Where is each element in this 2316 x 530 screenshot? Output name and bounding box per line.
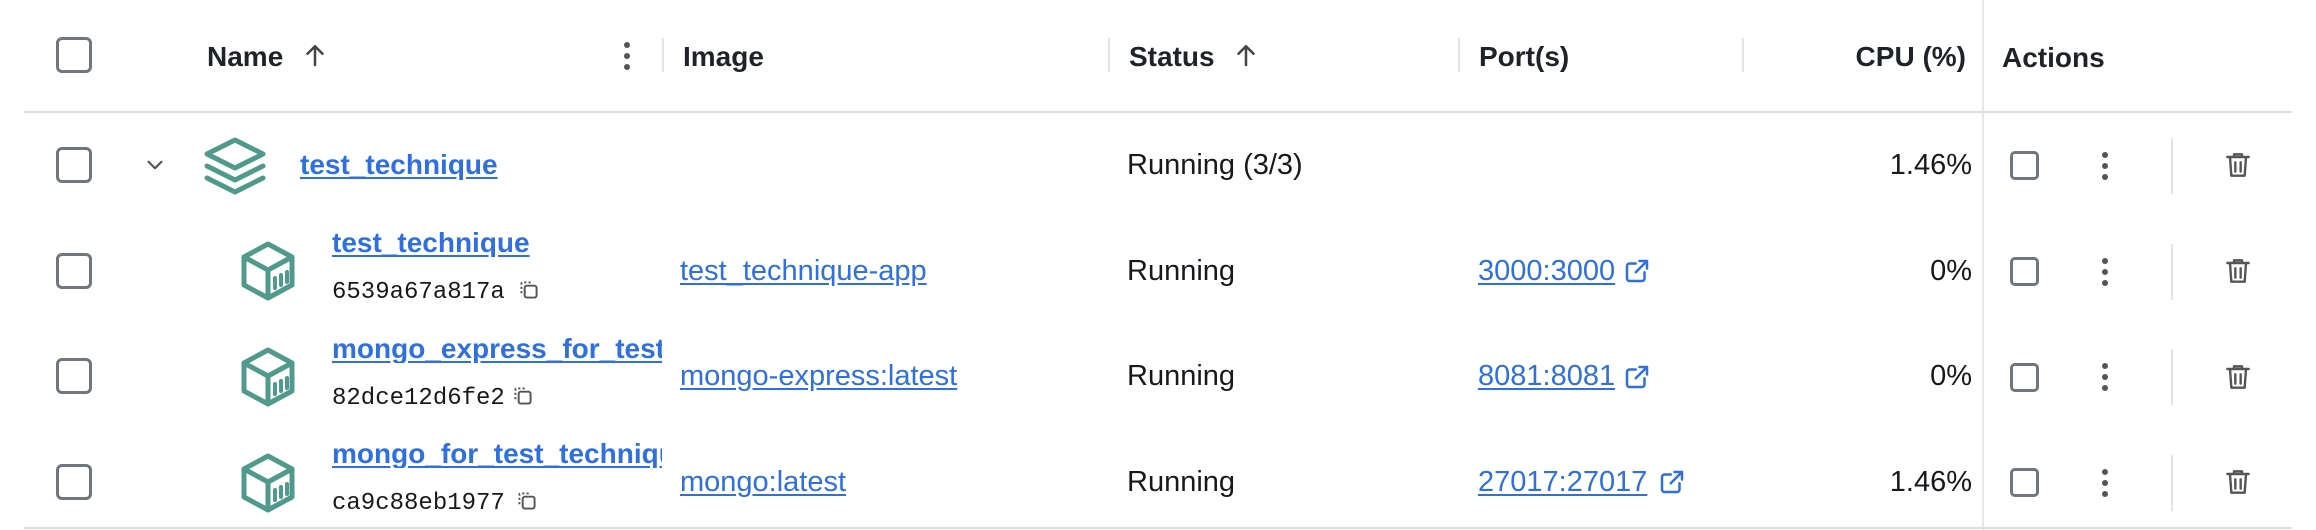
image-link[interactable]: test_technique-app [680, 257, 927, 286]
column-header-cpu[interactable]: CPU (%) [1770, 43, 1966, 71]
more-vertical-icon[interactable] [2098, 150, 2112, 182]
status-text: Running [1127, 360, 1236, 392]
arrow-up-icon[interactable] [300, 40, 330, 70]
cpu-value: 1.46% [1889, 466, 1972, 498]
stop-button[interactable] [2010, 363, 2039, 392]
column-header-ports[interactable]: Port(s) [1479, 43, 1569, 71]
copy-icon[interactable] [514, 488, 540, 514]
column-header-image[interactable]: Image [683, 43, 764, 71]
row-checkbox[interactable] [56, 147, 92, 183]
cpu-value: 0% [1930, 255, 1972, 287]
actions-column-border [1982, 0, 1984, 530]
status-text: Running (3/3) [1127, 149, 1303, 181]
column-header-name[interactable]: Name [207, 43, 283, 71]
chevron-down-icon[interactable] [142, 152, 168, 178]
container-id: ca9c88eb1977 [332, 490, 505, 517]
container-id: 82dce12d6fe2 [332, 385, 505, 412]
action-divider [2171, 455, 2173, 511]
table-bottom-border [24, 527, 2292, 529]
container-name-link[interactable]: mongo_express_for_test_technique [332, 335, 662, 363]
select-all-checkbox[interactable] [56, 37, 92, 73]
cpu-value: 1.46% [1889, 149, 1972, 181]
trash-icon[interactable] [2222, 465, 2254, 499]
column-divider[interactable] [1458, 38, 1460, 72]
port-link[interactable]: 3000:3000 [1478, 257, 1615, 286]
action-divider [2171, 244, 2173, 300]
action-divider [2171, 349, 2173, 405]
more-vertical-icon[interactable] [2098, 361, 2112, 393]
status-text: Running [1127, 255, 1236, 287]
external-link-icon[interactable] [1657, 467, 1687, 497]
external-link-icon[interactable] [1622, 256, 1652, 286]
row-checkbox[interactable] [56, 358, 92, 394]
container-box-icon [241, 453, 295, 513]
layers-icon [204, 137, 266, 195]
port-link[interactable]: 8081:8081 [1478, 362, 1615, 391]
column-divider[interactable] [1108, 38, 1110, 72]
containers-table: Name Image Status Port(s) CPU (%) Action… [0, 0, 2316, 530]
stop-button[interactable] [2010, 257, 2039, 286]
port-link[interactable]: 27017:27017 [1478, 468, 1647, 497]
trash-icon[interactable] [2222, 360, 2254, 394]
vertical-dots-icon[interactable] [612, 40, 642, 72]
container-name-link[interactable]: mongo_for_test_technique [332, 440, 662, 468]
container-name-link[interactable]: test_technique [332, 229, 530, 257]
image-link[interactable]: mongo:latest [680, 468, 846, 497]
cpu-value: 0% [1930, 360, 1972, 392]
copy-icon[interactable] [510, 383, 536, 409]
container-box-icon [241, 347, 295, 407]
more-vertical-icon[interactable] [2098, 467, 2112, 499]
column-header-actions: Actions [2002, 42, 2105, 73]
copy-icon[interactable] [516, 277, 542, 303]
header-bottom-border [24, 111, 2292, 113]
status-text: Running [1127, 466, 1236, 498]
external-link-icon[interactable] [1622, 362, 1652, 392]
stop-button[interactable] [2010, 468, 2039, 497]
container-id: 6539a67a817a [332, 279, 505, 306]
trash-icon[interactable] [2222, 148, 2254, 182]
stop-button[interactable] [2010, 151, 2039, 180]
more-vertical-icon[interactable] [2098, 256, 2112, 288]
column-divider[interactable] [662, 38, 664, 72]
arrow-up-icon[interactable] [1231, 40, 1261, 70]
row-checkbox[interactable] [56, 464, 92, 500]
row-checkbox[interactable] [56, 253, 92, 289]
image-link[interactable]: mongo-express:latest [680, 362, 957, 391]
stack-name-link[interactable]: test_technique [300, 151, 498, 179]
trash-icon[interactable] [2222, 254, 2254, 288]
column-header-status[interactable]: Status [1129, 43, 1215, 71]
action-divider [2171, 138, 2173, 194]
container-box-icon [241, 241, 295, 301]
column-divider[interactable] [1742, 38, 1744, 72]
